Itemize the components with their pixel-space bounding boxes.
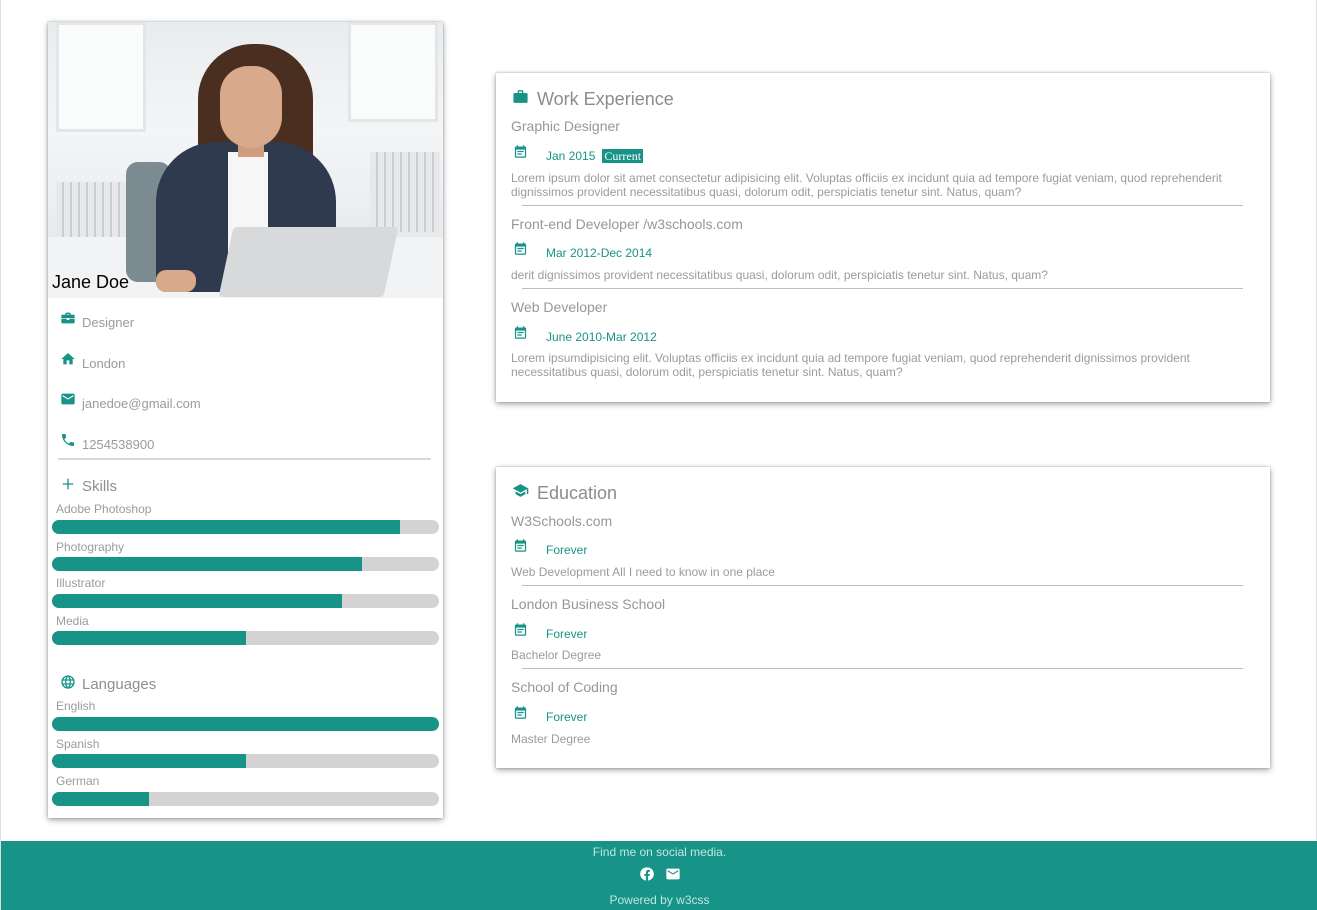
footer: Find me on social media. Powered by w3cs… <box>1 841 1317 910</box>
skill-label: Adobe Photoshop <box>56 502 152 516</box>
info-job: Designer <box>60 312 134 332</box>
job-title: Web Developer <box>511 299 608 315</box>
skill-label: Illustrator <box>56 576 106 590</box>
school-date: Forever <box>513 539 587 557</box>
language-label: German <box>56 774 100 788</box>
briefcase-icon <box>512 88 529 105</box>
school-description: Master Degree <box>511 732 591 746</box>
school-description: Web Development All I need to know in on… <box>511 565 775 579</box>
school-date: Forever <box>513 623 587 641</box>
plus-icon <box>60 476 76 492</box>
divider <box>522 288 1243 289</box>
info-location: London <box>60 353 125 373</box>
briefcase-icon <box>60 310 76 326</box>
current-badge: Current <box>602 148 644 163</box>
info-text: London <box>82 355 126 371</box>
calendar-icon <box>513 705 528 720</box>
work-heading: Work Experience <box>512 89 674 110</box>
job-date: Jan 2015 Current <box>513 145 644 163</box>
footer-powered-by[interactable]: Powered by w3css <box>1 893 1317 907</box>
language-label: Spanish <box>56 737 100 751</box>
info-text: janedoe@gmail.com <box>82 395 201 411</box>
language-bar-fill <box>52 754 246 768</box>
school-title: School of Coding <box>511 679 618 695</box>
school-date: Forever <box>513 706 587 724</box>
email-icon <box>60 391 76 407</box>
divider <box>522 205 1243 206</box>
job-date: June 2010-Mar 2012 <box>513 326 657 344</box>
skill-bar <box>52 520 439 534</box>
social-icons <box>1 866 1317 882</box>
profile-card: Jane Doe Designer London janedoe@gmail.c… <box>48 22 443 818</box>
job-title: Front-end Developer /w3schools.com <box>511 216 743 232</box>
calendar-icon <box>513 325 528 340</box>
skill-bar-fill <box>52 631 246 645</box>
languages-heading: Languages <box>60 674 156 693</box>
job-description: Lorem ipsumdipisicing elit. Voluptas off… <box>511 351 1190 379</box>
skill-bar <box>52 631 439 645</box>
work-experience-card: Work Experience Graphic Designer Jan 201… <box>496 73 1270 402</box>
home-icon <box>60 351 76 367</box>
info-text: 1254538900 <box>82 436 155 452</box>
language-bar-fill <box>52 792 149 806</box>
skill-bar <box>52 594 439 608</box>
skill-bar-fill <box>52 557 362 571</box>
skill-label: Media <box>56 614 89 628</box>
language-label: English <box>56 699 96 713</box>
education-heading: Education <box>512 483 617 504</box>
school-title: W3Schools.com <box>511 513 613 529</box>
skill-bar <box>52 557 439 571</box>
info-email[interactable]: janedoe@gmail.com <box>60 393 201 413</box>
education-card: Education W3Schools.com Forever Web Deve… <box>496 467 1270 768</box>
calendar-icon <box>513 538 528 553</box>
info-text: Designer <box>82 314 135 330</box>
profile-name: Jane Doe <box>52 272 130 292</box>
info-phone[interactable]: 1254538900 <box>60 434 154 454</box>
calendar-icon <box>513 241 528 256</box>
language-bar-fill <box>52 717 439 731</box>
divider <box>522 585 1243 586</box>
job-description: derit dignissimos provident necessitatib… <box>511 268 1048 282</box>
skill-bar-fill <box>52 594 343 608</box>
job-title: Graphic Designer <box>511 118 620 134</box>
skill-label: Photography <box>56 540 125 554</box>
globe-icon <box>60 674 76 690</box>
facebook-icon[interactable] <box>639 866 655 882</box>
phone-icon <box>60 432 76 448</box>
school-title: London Business School <box>511 596 666 612</box>
divider <box>58 458 431 460</box>
skills-heading: Skills <box>60 478 117 495</box>
language-bar <box>52 792 439 806</box>
skill-bar-fill <box>52 520 401 534</box>
job-date: Mar 2012-Dec 2014 <box>513 242 652 260</box>
calendar-icon <box>513 144 528 159</box>
graduation-cap-icon <box>512 482 529 499</box>
profile-photo: Jane Doe <box>48 22 443 298</box>
language-bar <box>52 717 439 731</box>
language-bar <box>52 754 439 768</box>
calendar-icon <box>513 622 528 637</box>
email-icon[interactable] <box>665 866 681 882</box>
footer-social-text: Find me on social media. <box>592 845 727 859</box>
job-description: Lorem ipsum dolor sit amet consectetur a… <box>511 171 1222 199</box>
divider <box>522 668 1243 669</box>
school-description: Bachelor Degree <box>511 648 602 662</box>
